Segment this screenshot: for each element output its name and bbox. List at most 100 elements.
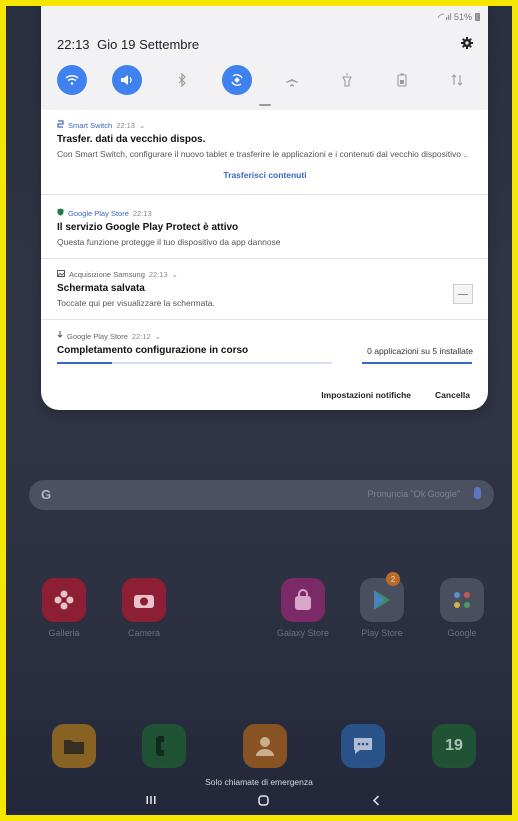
app-label: Galaxy Store [276,628,330,638]
app-camera[interactable]: Camera [114,578,174,638]
download-icon [57,331,63,341]
battery-icon [475,13,480,21]
notification-title: Completamento configurazione in corso [57,345,249,356]
screen: G Pronuncia "Ok Google" Galleria Camera … [6,6,512,815]
expand-chevron-icon[interactable]: ⌄ [172,270,178,279]
notification-header: Smart Switch 22:13 ⌄ [57,120,473,130]
progress-bars [57,362,473,364]
galaxy-store-icon [281,578,325,622]
airplane-toggle[interactable] [277,65,307,95]
notification-text: Questa funzione protegge il tuo disposit… [57,237,281,247]
notification-badge: 2 [386,572,400,586]
calendar-icon: 19 [432,724,476,768]
airplane-icon [286,74,298,87]
gear-icon[interactable] [460,36,474,50]
sound-icon [121,75,132,85]
clock-time: 22:13 [57,37,90,52]
shield-icon [57,208,64,218]
clock-date: 22:13 Gio 19 Settembre [57,37,199,52]
app-name: Google Play Store [67,331,128,341]
notification-title: Il servizio Google Play Protect è attivo [57,222,239,233]
notification-text: Con Smart Switch, configurare il nuovo t… [57,149,469,159]
progress-bar-right [362,362,472,364]
app-label: Google [447,628,477,638]
app-google-folder[interactable]: Google [432,578,492,638]
wifi-toggle[interactable] [57,65,87,95]
progress-row: Completamento configurazione in corso 0 … [57,345,473,356]
navigation-bar [6,793,512,815]
gallery-icon [42,578,86,622]
wifi-icon [65,74,79,85]
emergency-calls-text: Solo chiamate di emergenza [205,777,313,787]
dock-contacts[interactable] [235,724,295,768]
app-galleria[interactable]: Galleria [34,578,94,638]
bluetooth-icon [178,73,186,87]
google-folder-icon [440,578,484,622]
dock-folder[interactable] [44,724,104,768]
app-label: Play Store [361,628,403,638]
app-play-store[interactable]: 2 Play Store [352,572,412,638]
home-button-icon[interactable] [258,795,269,809]
dock-calendar[interactable]: 19 [424,724,484,768]
bluetooth-toggle[interactable] [167,65,197,95]
back-icon[interactable] [372,795,380,809]
transfer-content-button[interactable]: Trasferisci contenuti [57,170,473,180]
sound-toggle[interactable] [112,65,142,95]
flashlight-toggle[interactable] [332,65,362,95]
google-search-bar[interactable]: G Pronuncia "Ok Google" [29,480,494,510]
notification-title: Trasfer. dati da vecchio dispos. [57,134,206,145]
flashlight-icon [342,73,352,87]
notification-footer: Impostazioni notifiche Cancella [321,390,470,400]
battery-percent: 51% [453,12,472,22]
notification-settings-button[interactable]: Impostazioni notifiche [321,390,411,400]
folder-icon [52,724,96,768]
camera-icon [122,578,166,622]
power-saving-toggle[interactable] [387,65,417,95]
notification-header: Google Play Store 22:12 ⌄ [57,331,473,341]
auto-rotate-toggle[interactable] [222,65,252,95]
app-galaxy-store[interactable]: Galaxy Store [273,578,333,638]
expand-chevron-icon[interactable]: ⌄ [155,332,161,341]
drag-handle[interactable] [259,104,271,106]
status-bar: 51% [437,12,480,22]
mobile-data-toggle[interactable] [442,65,472,95]
app-name: Google Play Store [68,208,129,218]
progress-fill [57,362,112,364]
google-logo-icon: G [41,487,52,502]
phone-icon [142,724,186,768]
app-label: Galleria [48,628,80,638]
notification-header: Acquisizione Samsung 22:13 ⌄ [57,270,473,279]
mobile-data-icon [451,74,463,86]
notification-time: 22:13 [132,208,152,218]
app-name: Acquisizione Samsung [69,270,145,279]
notification-setup-progress[interactable]: Google Play Store 22:12 ⌄ Completamento … [41,320,488,380]
image-icon [57,270,65,279]
progress-bar-left [57,362,332,364]
app-label: Camera [127,628,160,638]
notification-screenshot[interactable]: Acquisizione Samsung 22:13 ⌄ Schermata s… [41,259,488,320]
dock-messages[interactable] [333,724,393,768]
screenshot-thumbnail [453,284,473,304]
notification-header: Google Play Store 22:13 [57,208,473,218]
notification-smart-switch[interactable]: Smart Switch 22:13 ⌄ Trasfer. dati da ve… [41,110,488,195]
dock-phone[interactable] [134,724,194,768]
smart-switch-icon [57,120,64,130]
notification-time: 22:12 [131,331,151,341]
battery-saver-icon [397,73,407,87]
mic-icon[interactable] [474,487,481,499]
messages-icon [341,724,385,768]
date-text: Gio 19 Settembre [97,37,200,52]
notification-play-protect[interactable]: Google Play Store 22:13 Il servizio Goog… [41,195,488,259]
recents-icon[interactable] [146,795,156,808]
notification-text: Toccate qui per visualizzare la schermat… [57,298,215,308]
auto-rotate-icon [231,74,243,86]
clear-all-button[interactable]: Cancella [435,390,470,400]
play-store-icon: 2 [360,572,404,622]
search-hint: Pronuncia "Ok Google" [367,489,460,499]
notification-panel: 51% 22:13 Gio 19 Settembre Smart Switch … [41,6,488,410]
app-name: Smart Switch [68,120,113,130]
notification-title: Schermata salvata [57,283,145,294]
quick-settings-panel: 51% 22:13 Gio 19 Settembre [41,6,488,110]
expand-chevron-icon[interactable]: ⌄ [139,121,145,130]
install-status: 0 applicazioni su 5 installate [367,345,473,356]
